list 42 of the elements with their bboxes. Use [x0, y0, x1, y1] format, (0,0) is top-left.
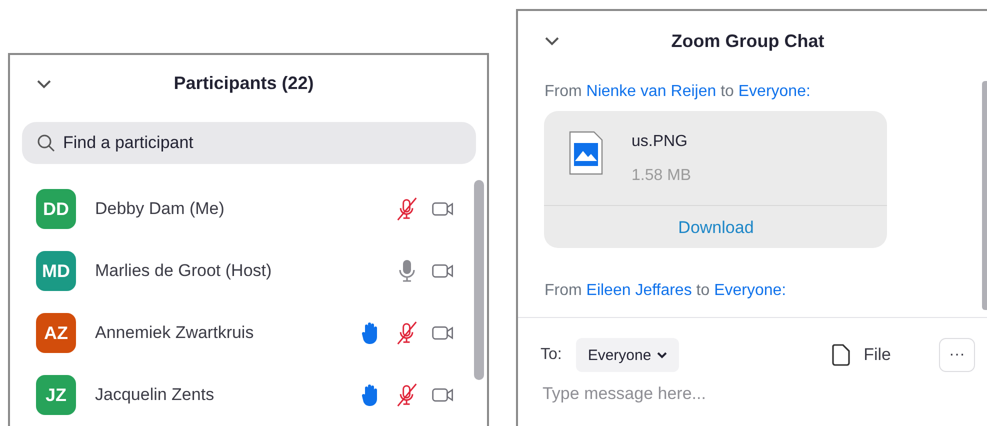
microphone-icon[interactable]	[398, 258, 416, 284]
participant-name: Debby Dam (Me)	[95, 199, 226, 219]
panel-title: Participants (22)	[172, 73, 315, 94]
to-label: to	[720, 83, 734, 100]
muted-microphone-icon[interactable]	[396, 320, 418, 346]
sender-link[interactable]: Nienke van Reijen	[586, 83, 716, 100]
image-file-icon	[569, 131, 604, 175]
participant-name: Marlies de Groot (Host)	[95, 261, 273, 281]
to-label: To:	[540, 346, 562, 364]
chevron-down-icon[interactable]	[36, 78, 52, 88]
recipient-link[interactable]: Everyone:	[738, 83, 810, 100]
sender-link[interactable]: Eileen Jeffares	[586, 282, 692, 299]
video-camera-icon[interactable]	[432, 324, 454, 342]
video-camera-icon[interactable]	[432, 200, 454, 218]
muted-microphone-icon[interactable]	[396, 196, 418, 222]
more-button[interactable]: ···	[939, 338, 975, 372]
to-label: to	[696, 282, 710, 299]
avatar: DD	[36, 189, 76, 229]
video-camera-icon[interactable]	[432, 262, 454, 280]
recipient-dropdown[interactable]: Everyone	[576, 338, 680, 372]
scrollbar-thumb[interactable]	[474, 180, 484, 380]
participant-name: Annemiek Zwartkruis	[95, 323, 255, 343]
video-camera-icon[interactable]	[432, 386, 454, 404]
download-link[interactable]: Download	[544, 206, 888, 248]
muted-microphone-icon[interactable]	[396, 382, 418, 408]
file-name: us.PNG	[631, 133, 688, 151]
search-field[interactable]: Find a participant	[22, 122, 476, 164]
from-label: From	[544, 282, 582, 299]
participant-name: Jacquelin Zents	[95, 385, 216, 405]
avatar: JZ	[36, 375, 76, 415]
caret-icon	[657, 352, 668, 358]
file-button[interactable]: File	[826, 343, 897, 367]
recipient-link[interactable]: Everyone:	[714, 282, 786, 299]
scrollbar-thumb[interactable]	[982, 81, 987, 310]
chevron-down-icon[interactable]	[544, 36, 560, 46]
avatar: AZ	[36, 313, 76, 353]
avatar: MD	[36, 251, 76, 291]
panel-title: Zoom Group Chat	[670, 30, 826, 52]
file-size: 1.58 MB	[631, 167, 692, 185]
search-icon	[37, 134, 55, 152]
document-icon	[832, 344, 850, 366]
from-label: From	[544, 83, 582, 100]
